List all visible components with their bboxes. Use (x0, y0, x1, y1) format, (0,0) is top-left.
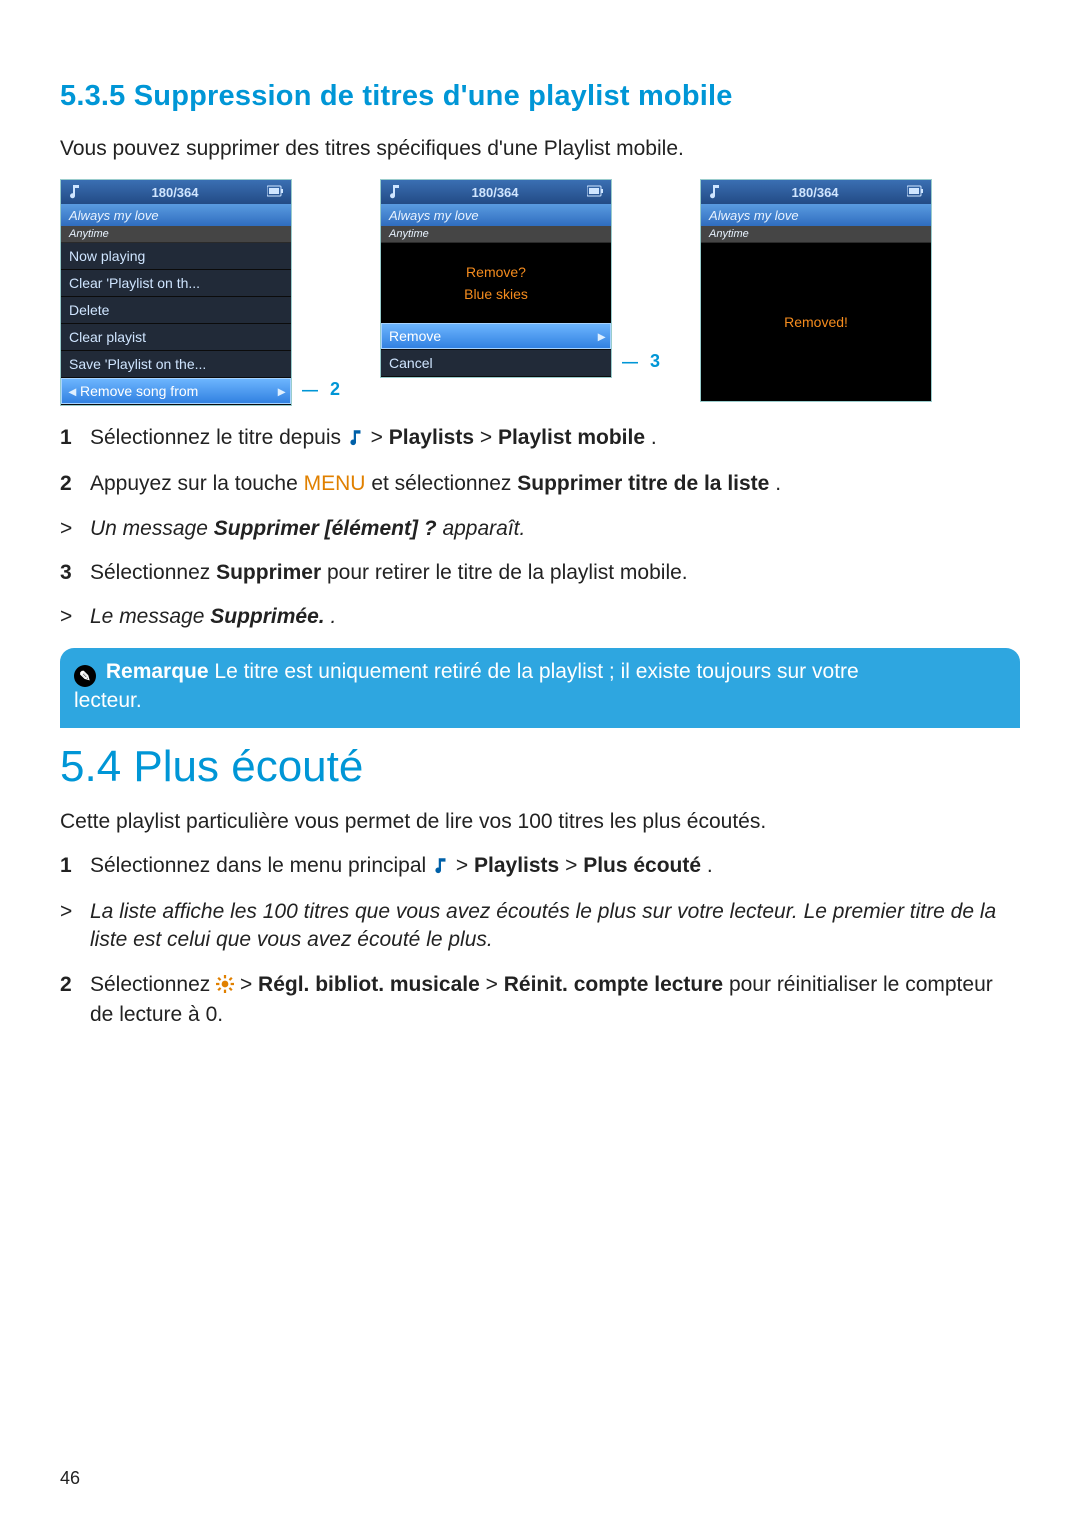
now-playing-title: Always my love (381, 204, 611, 226)
menu-item-now-playing[interactable]: Now playing (61, 243, 291, 270)
step-1: 1 Sélectionnez dans le menu principal > … (60, 852, 1020, 882)
chevron-left-icon: ◂ (69, 383, 76, 400)
heading-title: Plus écouté (133, 742, 363, 791)
music-note-icon (67, 183, 83, 202)
now-playing-title: Always my love (701, 204, 931, 226)
step-result-1: > Un message Supprimer [élément] ? appar… (60, 515, 1020, 543)
screenshots-row: 180/364 Always my love Anytime Now playi… (60, 179, 1020, 406)
chevron-right-icon: ▸ (278, 383, 285, 400)
step-3: 3 Sélectionnez Supprimer pour retirer le… (60, 559, 1020, 587)
menu-item-remove-song[interactable]: ◂ Remove song from ▸ (61, 378, 291, 405)
screen-3-wrap: 180/364 Always my love Anytime Removed! (700, 179, 932, 402)
result-body: Removed! (701, 243, 931, 401)
arrow-marker: > (60, 603, 72, 631)
now-playing-subtitle: Anytime (61, 226, 291, 243)
note-icon: ✎ (74, 665, 96, 687)
result-msg: Removed! (784, 314, 848, 330)
screen-1-wrap: 180/364 Always my love Anytime Now playi… (60, 179, 340, 406)
note-label: Remarque (106, 660, 209, 683)
menu-key-label: MENU (304, 472, 366, 495)
step-result-2: > Le message Supprimée. . (60, 603, 1020, 631)
screen-2-wrap: 180/364 Always my love Anytime Remove? B… (380, 179, 660, 378)
note-text-1: Le titre est uniquement retiré de la pla… (214, 660, 858, 683)
confirm-line1: Remove? (466, 264, 526, 280)
step-1: 1 Sélectionnez le titre depuis > Playlis… (60, 424, 1020, 454)
annotation-dash: — (302, 382, 318, 400)
note-box: ✎ Remarque Le titre est uniquement retir… (60, 648, 1020, 728)
step-number: 2 (60, 971, 72, 999)
track-counter: 180/364 (792, 185, 839, 200)
menu-item-clear-playlist[interactable]: Clear playist (61, 324, 291, 351)
step-number: 1 (60, 852, 72, 880)
now-playing-subtitle: Anytime (381, 226, 611, 243)
music-icon (347, 426, 365, 454)
device-topbar: 180/364 (381, 180, 611, 204)
option-label: Remove (389, 328, 441, 344)
gear-icon (216, 973, 234, 1001)
step-number: 2 (60, 470, 72, 498)
heading-5-3-5: 5.3.5 Suppression de titres d'une playli… (60, 80, 1020, 113)
steps-535: 1 Sélectionnez le titre depuis > Playlis… (60, 424, 1020, 632)
chevron-right-icon: ▸ (598, 328, 605, 345)
option-remove[interactable]: Remove ▸ (381, 323, 611, 350)
heading-number: 5.4 (60, 742, 121, 791)
intro-535: Vous pouvez supprimer des titres spécifi… (60, 137, 1020, 161)
step-number: 1 (60, 424, 72, 452)
device-topbar: 180/364 (701, 180, 931, 204)
menu-item-save-playlist[interactable]: Save 'Playlist on the... (61, 351, 291, 378)
page-number: 46 (60, 1468, 80, 1489)
steps-54: 1 Sélectionnez dans le menu principal > … (60, 852, 1020, 1030)
intro-54: Cette playlist particulière vous permet … (60, 810, 1020, 834)
battery-icon (267, 185, 285, 200)
menu-item-delete[interactable]: Delete (61, 297, 291, 324)
device-screen-3: 180/364 Always my love Anytime Removed! (700, 179, 932, 402)
arrow-marker: > (60, 515, 72, 543)
music-icon (432, 854, 450, 882)
track-counter: 180/364 (152, 185, 199, 200)
heading-5-4: 5.4 Plus écouté (60, 742, 1020, 792)
annotation-3: 3 (650, 351, 660, 372)
battery-icon (907, 185, 925, 200)
step-number: 3 (60, 559, 72, 587)
option-cancel[interactable]: Cancel (381, 350, 611, 377)
arrow-marker: > (60, 898, 72, 926)
music-note-icon (387, 183, 403, 202)
annotation-dash: — (622, 354, 638, 372)
battery-icon (587, 185, 605, 200)
heading-number: 5.3.5 (60, 80, 126, 112)
menu-item-label: Remove song from (80, 383, 198, 399)
step-2: 2 Appuyez sur la touche MENU et sélectio… (60, 470, 1020, 498)
music-note-icon (707, 183, 723, 202)
page: 5.3.5 Suppression de titres d'une playli… (0, 0, 1080, 1527)
note-text-2: lecteur. (74, 689, 142, 712)
annotation-2: 2 (330, 379, 340, 400)
device-topbar: 180/364 (61, 180, 291, 204)
device-screen-1: 180/364 Always my love Anytime Now playi… (60, 179, 292, 406)
heading-title: Suppression de titres d'une playlist mob… (134, 80, 733, 112)
track-counter: 180/364 (472, 185, 519, 200)
confirm-line2: Blue skies (464, 286, 528, 302)
now-playing-title: Always my love (61, 204, 291, 226)
menu-item-clear-playlist-on[interactable]: Clear 'Playlist on th... (61, 270, 291, 297)
step-result: > La liste affiche les 100 titres que vo… (60, 898, 1020, 955)
now-playing-subtitle: Anytime (701, 226, 931, 243)
device-screen-2: 180/364 Always my love Anytime Remove? B… (380, 179, 612, 378)
confirm-body: Remove? Blue skies (381, 243, 611, 323)
step-2: 2 Sélectionnez > Régl. bibliot. musicale… (60, 971, 1020, 1030)
